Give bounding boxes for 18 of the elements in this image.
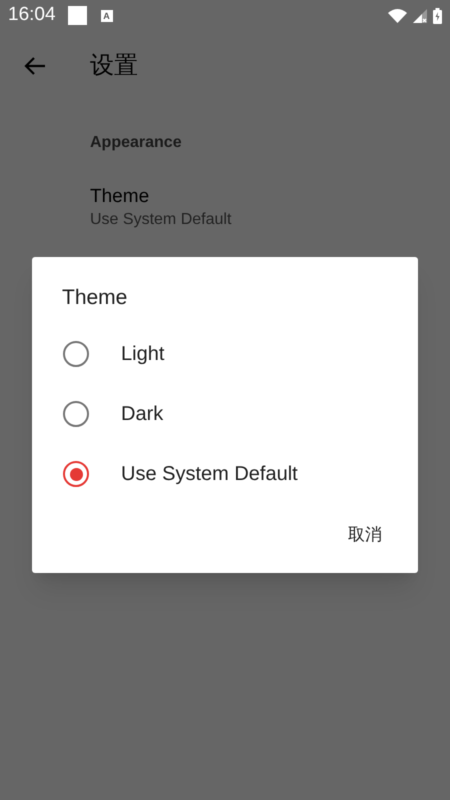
option-label[interactable]: Light: [121, 339, 164, 369]
radio-button[interactable]: [63, 401, 89, 427]
notification-icon: [68, 6, 87, 25]
notification-icon: A: [100, 10, 113, 22]
section-header: Appearance: [90, 133, 183, 153]
battery-icon: [433, 8, 442, 24]
back-icon[interactable]: [24, 56, 46, 76]
wifi-icon: [388, 8, 407, 22]
radio-button[interactable]: [63, 341, 89, 367]
cancel-button[interactable]: 取消: [340, 518, 390, 552]
radio-button[interactable]: [63, 461, 89, 487]
settings-item[interactable]: Theme Use System Default: [90, 155, 450, 231]
option-label[interactable]: Use System Default: [121, 459, 298, 489]
option-label[interactable]: Dark: [121, 399, 164, 429]
dialog-title: Theme: [61, 285, 128, 311]
page-title: 设置: [90, 51, 138, 81]
signal-icon: [413, 8, 427, 22]
status-time: 16:04: [8, 3, 56, 28]
